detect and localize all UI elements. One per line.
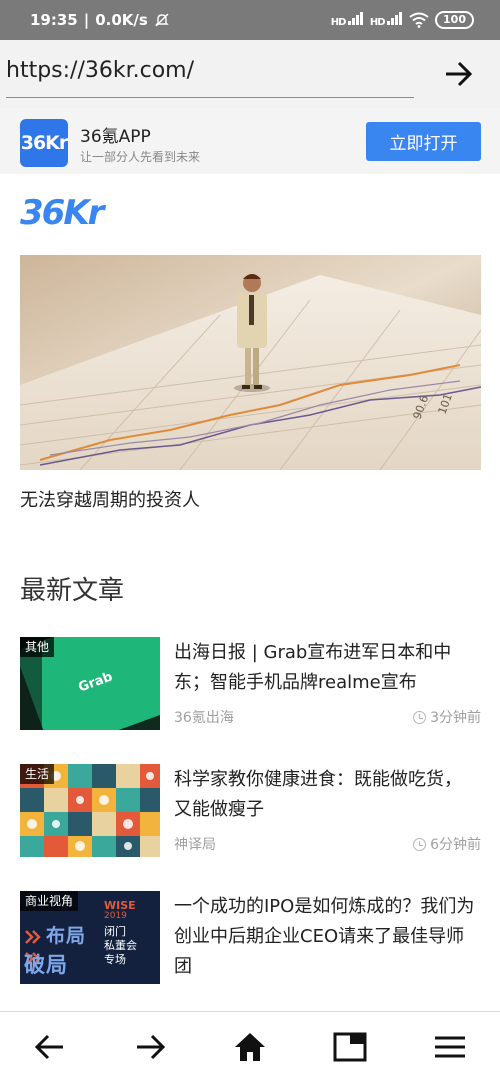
category-tag: 商业视角: [20, 891, 79, 911]
sim1-label: HD: [330, 17, 347, 28]
url-underline: [6, 97, 414, 98]
status-time: 19:35: [30, 11, 78, 29]
article-source[interactable]: 36氪出海: [174, 707, 234, 727]
sim1-signal-icon: HD: [331, 12, 364, 28]
sim2-label: HD: [369, 17, 386, 28]
site-logo[interactable]: 36Kr: [20, 193, 104, 233]
thumb-text-poju: 破局: [24, 953, 68, 977]
thumb-text-buju: 布局: [46, 925, 87, 947]
article-title[interactable]: 科学家教你健康进食：既能做吃货，又能做瘦子: [174, 765, 479, 825]
article-title[interactable]: 出海日报 | Grab宣布进军日本和中东；智能手机品牌realme宣布: [174, 638, 479, 698]
section-title: 最新文章: [20, 576, 125, 606]
status-right: HD HD 100: [331, 11, 474, 29]
category-tag: 其他: [20, 637, 55, 657]
article-thumbnail: 生活: [20, 764, 160, 857]
go-arrow-icon[interactable]: [438, 54, 478, 94]
wifi-icon: [409, 12, 429, 28]
clock-icon: [413, 837, 427, 851]
app-logo-icon: 36Kr: [20, 119, 68, 167]
article-item[interactable]: 生活 科学家教你健康进食：既能做吃货，又能做瘦子 神译局 6分钟前: [20, 764, 481, 859]
arrow-left-icon[interactable]: [33, 1030, 67, 1064]
battery-indicator: 100: [435, 11, 474, 29]
hero-illustration: 90.6 101: [20, 255, 481, 470]
thumb-text-zhuanchang: 专场: [104, 953, 126, 966]
article-time: 6分钟前: [413, 834, 481, 854]
clock-icon: [413, 710, 427, 724]
open-app-button[interactable]: 立即打开: [366, 122, 481, 161]
bell-muted-icon: [155, 13, 169, 27]
url-input[interactable]: https://36kr.com/: [6, 58, 194, 83]
arrow-right-icon[interactable]: [133, 1030, 167, 1064]
app-download-banner: 36Kr 36氪APP 让一部分人先看到未来 立即打开: [0, 108, 500, 174]
status-divider: |: [83, 11, 90, 29]
article-item[interactable]: Grab 其他 出海日报 | Grab宣布进军日本和中东；智能手机品牌realm…: [20, 637, 481, 732]
article-source[interactable]: 神译局: [174, 834, 216, 854]
menu-icon[interactable]: [433, 1030, 467, 1064]
sim2-signal-icon: HD: [370, 12, 403, 28]
category-tag: 生活: [20, 764, 55, 784]
article-time-text: 6分钟前: [430, 837, 481, 853]
browser-bottom-nav: [0, 1011, 500, 1083]
app-slogan: 让一部分人先看到未来: [80, 150, 201, 164]
article-thumbnail: 布局 破局 WISE 2019 闭门 私董会 专场 商业视角: [20, 891, 160, 984]
article-title[interactable]: 一个成功的IPO是如何炼成的？我们为创业中后期企业CEO请来了最佳导师团: [174, 892, 479, 982]
article-thumbnail: Grab 其他: [20, 637, 160, 730]
hero-image[interactable]: 90.6 101: [20, 255, 481, 470]
status-speed: 0.0K/s: [95, 11, 148, 29]
status-left: 19:35 | 0.0K/s: [30, 11, 170, 29]
article-time-text: 3分钟前: [430, 710, 481, 726]
home-icon[interactable]: [233, 1030, 267, 1064]
status-bar: 19:35 | 0.0K/s HD HD 100: [0, 0, 500, 40]
thumb-text-year: 2019: [104, 911, 127, 921]
tabs-icon[interactable]: [333, 1030, 367, 1064]
article-time: 3分钟前: [413, 707, 481, 727]
app-name: 36氪APP: [80, 127, 151, 147]
address-bar: https://36kr.com/: [0, 40, 500, 108]
article-item[interactable]: 布局 破局 WISE 2019 闭门 私董会 专场 商业视角 一个成功的IPO是…: [20, 891, 481, 986]
hero-caption[interactable]: 无法穿越周期的投资人: [20, 486, 200, 512]
